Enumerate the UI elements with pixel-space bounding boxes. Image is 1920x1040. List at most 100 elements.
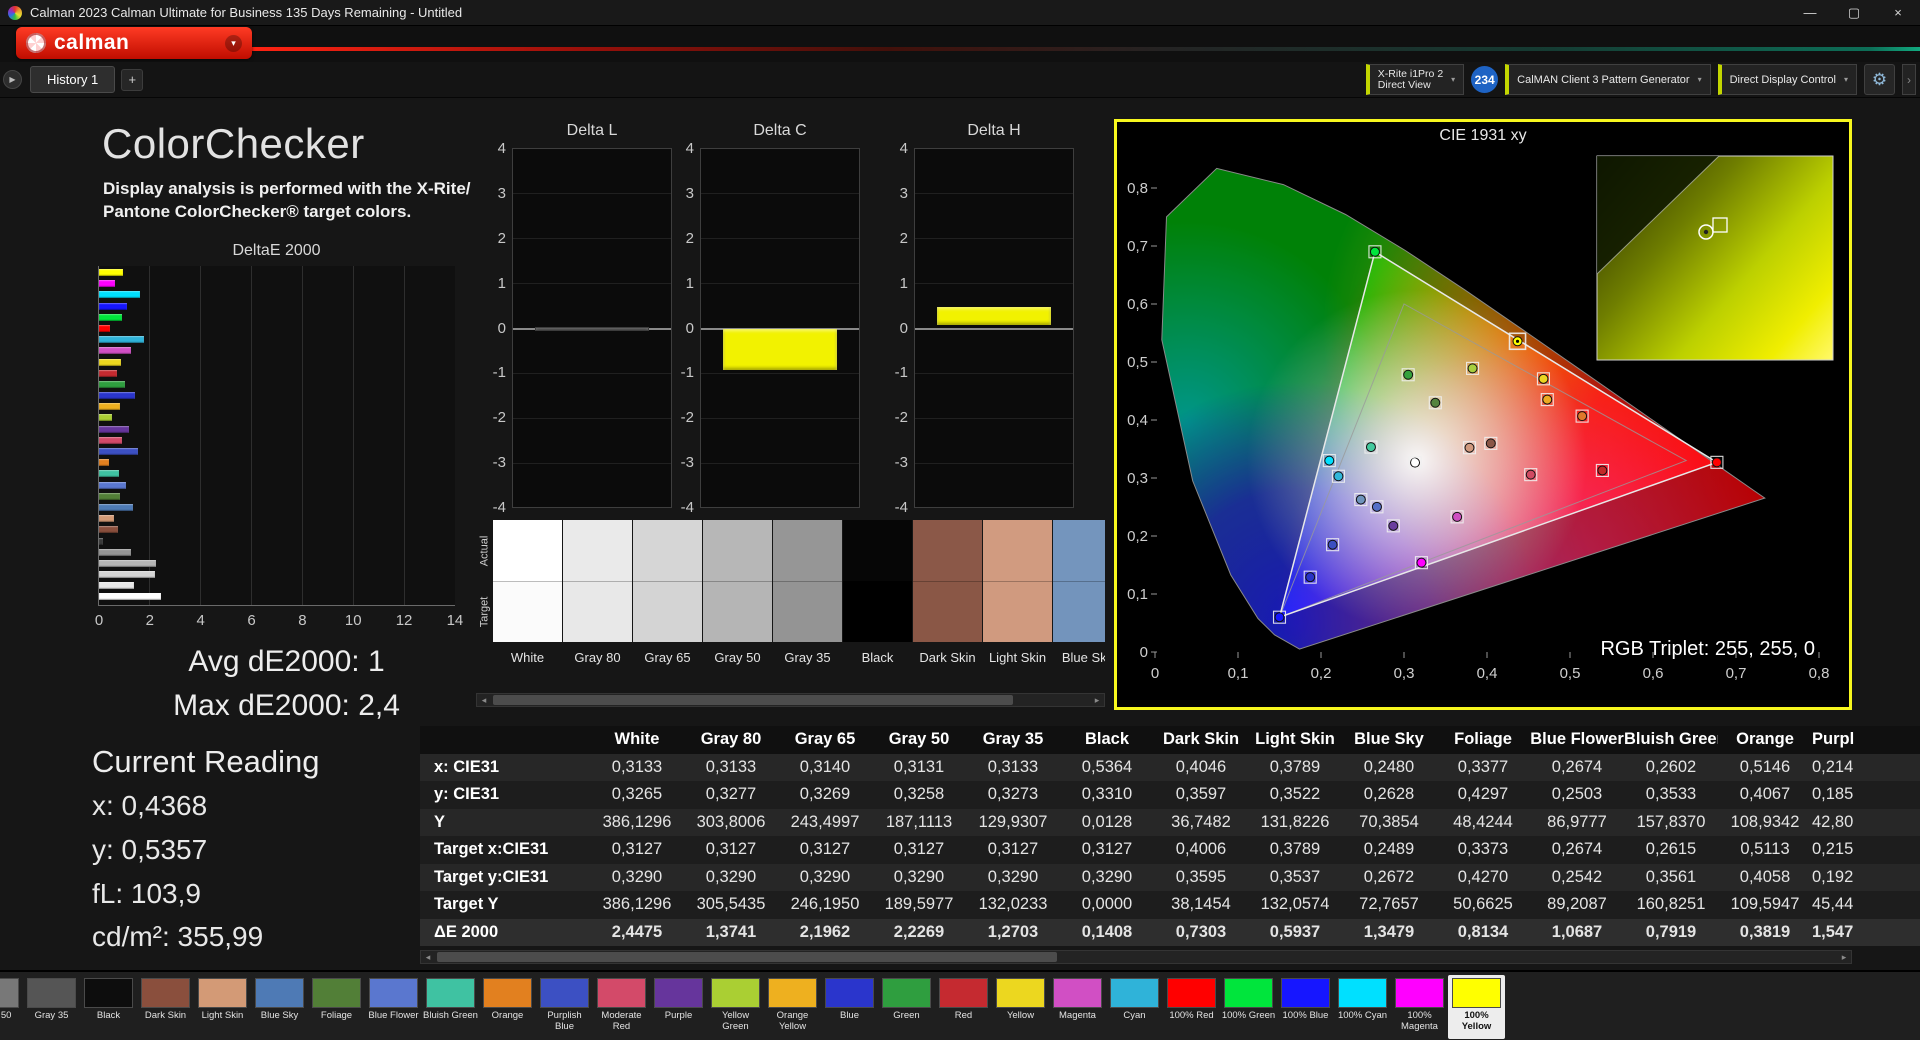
pattern-button-light-skin[interactable]: Light Skin <box>194 975 251 1039</box>
strip-patch-blue-sky[interactable]: Blue Sky <box>1053 520 1105 685</box>
axis-tick-label: 0,8 <box>1127 180 1148 197</box>
table-cell: 0,3533 <box>1645 785 1697 804</box>
row-label: ΔE 2000 <box>434 922 499 941</box>
table-cell: 0,2602 <box>1645 757 1697 776</box>
meter-count-badge[interactable]: 234 <box>1471 66 1499 93</box>
axis-tick-label: 0,6 <box>1127 296 1148 313</box>
pattern-button-100-red[interactable]: 100% Red <box>1163 975 1220 1039</box>
pattern-button-100-magenta[interactable]: 100% Magenta <box>1391 975 1448 1039</box>
history-panel-toggle[interactable]: ▶ <box>3 70 22 89</box>
strip-patches: White Gray 80 Gray 65 Gray 50 Gray 35 Black Da… <box>493 520 1105 685</box>
pattern-swatch <box>198 978 247 1008</box>
pattern-swatch <box>141 978 190 1008</box>
logo-bar: calman ▾ <box>0 26 1920 62</box>
pattern-button-100-blue[interactable]: 100% Blue <box>1277 975 1334 1039</box>
cie-measured-marker <box>1542 394 1553 405</box>
pattern-button-gray-35[interactable]: Gray 35 <box>23 975 80 1039</box>
pattern-button-red[interactable]: Red <box>935 975 992 1039</box>
strip-patch-white[interactable]: White <box>493 520 563 685</box>
table-cell: 0,3133 <box>611 757 663 776</box>
pattern-button-bluish-green[interactable]: Bluish Green <box>422 975 479 1039</box>
close-button[interactable]: × <box>1876 0 1920 26</box>
cie-measured-marker <box>1388 520 1399 531</box>
panel-expand-button[interactable]: › <box>1902 64 1916 95</box>
pattern-swatch <box>882 978 931 1008</box>
pattern-generator-dropdown[interactable]: CalMAN Client 3 Pattern Generator ▾ <box>1505 64 1711 95</box>
strip-patch-gray-65[interactable]: Gray 65 <box>633 520 703 685</box>
strip-scrollbar[interactable]: ◂ ▸ <box>476 693 1105 707</box>
pattern-swatch <box>768 978 817 1008</box>
delta-l-yaxis: 4 3 2 1 0 -1 -2 -3 -4 <box>482 140 506 516</box>
table-cell: 0,3127 <box>987 840 1039 859</box>
pattern-button-green[interactable]: Green <box>878 975 935 1039</box>
strip-patch-gray-50[interactable]: Gray 50 <box>703 520 773 685</box>
strip-patch-light-skin[interactable]: Light Skin <box>983 520 1053 685</box>
device-chips: X-Rite i1Pro 2 Direct View ▾ 234 CalMAN … <box>1365 64 1920 95</box>
column-header-dark-skin: Dark Skin <box>1162 730 1240 749</box>
settings-button[interactable]: ⚙ <box>1864 64 1895 95</box>
scrollbar-thumb[interactable] <box>437 952 1057 962</box>
strip-patch-gray-35[interactable]: Gray 35 <box>773 520 843 685</box>
strip-target-swatch <box>563 581 632 642</box>
pattern-label: Moderate Red <box>601 1010 642 1032</box>
pattern-button-blue-sky[interactable]: Blue Sky <box>251 975 308 1039</box>
table-cell: 0,3522 <box>1269 785 1321 804</box>
de2000-bar-red <box>99 369 118 377</box>
pattern-button-cyan[interactable]: Cyan <box>1106 975 1163 1039</box>
display-control-dropdown[interactable]: Direct Display Control ▾ <box>1717 64 1857 95</box>
pattern-button-yellow[interactable]: Yellow <box>992 975 1049 1039</box>
add-tab-button[interactable]: + <box>121 68 144 91</box>
strip-patch-black[interactable]: Black <box>843 520 913 685</box>
calman-window: Calman 2023 Calman Ultimate for Business… <box>0 0 1920 1040</box>
pattern-button-yellow-green[interactable]: Yellow Green <box>707 975 764 1039</box>
pattern-button-purplish-blue[interactable]: Purplish Blue <box>536 975 593 1039</box>
meter-dropdown[interactable]: X-Rite i1Pro 2 Direct View ▾ <box>1365 64 1465 95</box>
pattern-button-orange-yellow[interactable]: Orange Yellow <box>764 975 821 1039</box>
cie-measured-marker <box>1467 363 1478 374</box>
scroll-left-icon[interactable]: ◂ <box>477 694 491 706</box>
cie-measured-marker <box>1577 411 1588 422</box>
cie-measured-marker <box>1525 469 1536 480</box>
pattern-label: Red <box>954 1010 973 1021</box>
pattern-button-moderate-red[interactable]: Moderate Red <box>593 975 650 1039</box>
delta-c-plot <box>700 148 860 508</box>
pattern-button-100-cyan[interactable]: 100% Cyan <box>1334 975 1391 1039</box>
cie-zoom-inset <box>1596 155 1834 361</box>
scroll-left-icon[interactable]: ◂ <box>421 951 435 963</box>
pattern-label: 100% Green <box>1221 1010 1276 1021</box>
axis-tick-label: 0,4 <box>1477 665 1498 682</box>
pattern-button-blue[interactable]: Blue <box>821 975 878 1039</box>
pattern-button-purple[interactable]: Purple <box>650 975 707 1039</box>
de2000-bar-purple <box>99 425 129 433</box>
delta-l-plot <box>512 148 672 508</box>
pattern-button-100-yellow[interactable]: 100% Yellow <box>1448 975 1505 1039</box>
axis-tick-label: 4 <box>899 140 908 157</box>
minimize-button[interactable]: — <box>1788 0 1832 26</box>
scrollbar-thumb[interactable] <box>493 695 1013 705</box>
strip-patch-gray-80[interactable]: Gray 80 <box>563 520 633 685</box>
scroll-right-icon[interactable]: ▸ <box>1090 694 1104 706</box>
axis-tick-label: 0 <box>1140 644 1148 661</box>
table-cell: 0,5146 <box>1739 757 1791 776</box>
table-scrollbar[interactable]: ◂ ▸ <box>420 950 1852 964</box>
pattern-button-black[interactable]: Black <box>80 975 137 1039</box>
pattern-button-foliage[interactable]: Foliage <box>308 975 365 1039</box>
pattern-generator-label: CalMAN Client 3 Pattern Generator <box>1517 73 1690 86</box>
tab-history-1[interactable]: History 1 <box>30 66 116 93</box>
cie-chart-panel: 0 0,1 0,2 0,3 0,4 0,5 0,6 0,7 0,8 0,8 0,7 0,6 0,5 0,4… <box>1114 119 1852 710</box>
table-cell: 0,5113 <box>1740 840 1790 859</box>
axis-tick-label: 2 <box>145 612 155 629</box>
table-cell: 0,3789 <box>1269 840 1321 859</box>
pattern-button-100-green[interactable]: 100% Green <box>1220 975 1277 1039</box>
pattern-button-blue-flower[interactable]: Blue Flower <box>365 975 422 1039</box>
table-cell: 0,3290 <box>1081 867 1133 886</box>
scroll-right-icon[interactable]: ▸ <box>1837 951 1851 963</box>
pattern-button-dark-skin[interactable]: Dark Skin <box>137 975 194 1039</box>
pattern-label: Bluish Green <box>423 1010 478 1021</box>
pattern-button-gray-50[interactable]: Gray 50 <box>0 975 23 1039</box>
pattern-button-orange[interactable]: Orange <box>479 975 536 1039</box>
strip-patch-dark-skin[interactable]: Dark Skin <box>913 520 983 685</box>
calman-menu-button[interactable]: calman ▾ <box>16 27 252 59</box>
pattern-button-magenta[interactable]: Magenta <box>1049 975 1106 1039</box>
maximize-button[interactable]: ▢ <box>1832 0 1876 26</box>
